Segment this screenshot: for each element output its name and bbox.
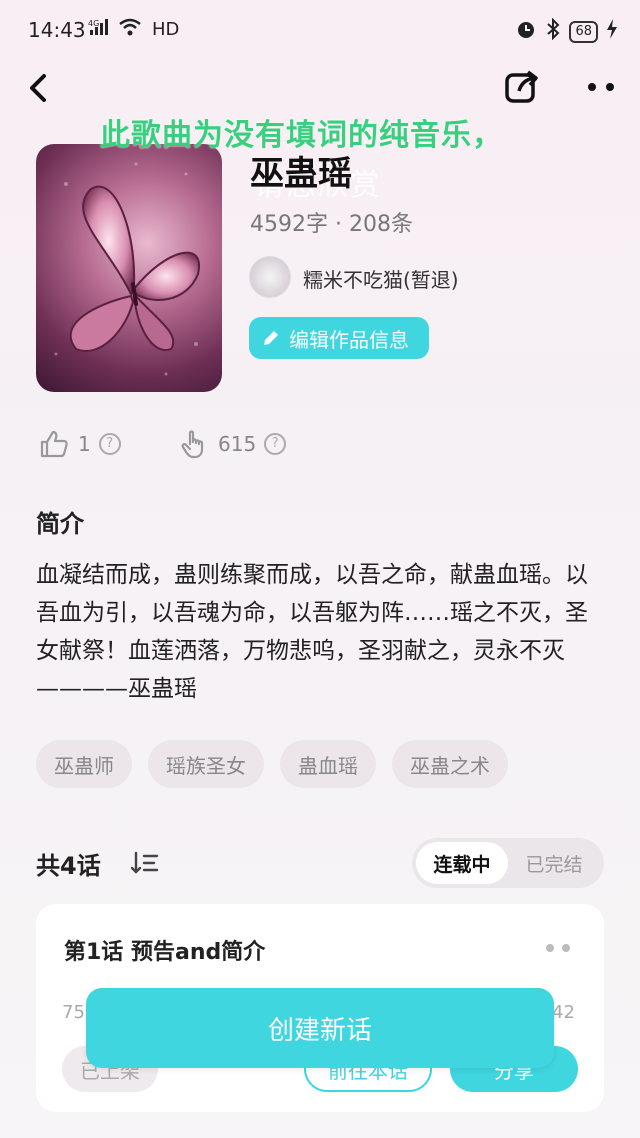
like-help-icon[interactable]: ?: [98, 433, 121, 455]
create-episode-button[interactable]: 创建新话: [86, 988, 554, 1068]
share-icon: [505, 70, 538, 103]
share-button[interactable]: [502, 66, 542, 106]
battery-indicator: 68: [569, 20, 598, 43]
intro-text: 血凝结而成，蛊则练聚而成，以吾之命，献蛊血瑶。以吾血为引，以吾魂为命，以吾躯为阵…: [36, 562, 588, 702]
back-button[interactable]: [22, 68, 58, 108]
bluetooth-icon: [545, 17, 561, 45]
charging-icon: [606, 19, 618, 44]
like-stat[interactable]: 1 ?: [38, 428, 121, 460]
intro-heading: 简介: [36, 510, 84, 538]
tag-item[interactable]: 巫蛊之术: [392, 740, 508, 788]
tag-list: 巫蛊师 瑶族圣女 蛊血瑶 巫蛊之术: [36, 740, 508, 788]
sort-button[interactable]: [130, 850, 160, 876]
more-dots-icon: [588, 83, 614, 91]
view-help-icon[interactable]: ?: [264, 433, 287, 455]
status-time: 14:43: [28, 18, 86, 42]
status-hd: HD: [152, 18, 180, 40]
edit-info-button[interactable]: 编辑作品信息: [249, 317, 429, 359]
view-count: 615: [218, 432, 257, 456]
tag-item[interactable]: 蛊血瑶: [280, 740, 376, 788]
author-name[interactable]: 糯米不吃猫(暂退): [303, 264, 459, 293]
butterfly-artwork: [54, 162, 201, 376]
pencil-icon: [264, 331, 278, 345]
signal-icon: 4G: [88, 18, 112, 40]
wifi-icon: [118, 18, 142, 40]
book-title: 巫蛊瑶: [250, 154, 352, 194]
toggle-serializing[interactable]: 连载中: [416, 842, 508, 884]
status-right: 68: [515, 17, 618, 45]
tag-item[interactable]: 瑶族圣女: [148, 740, 264, 788]
episode-count: 共4话: [36, 852, 101, 880]
episode-stat-left: 75: [62, 1002, 85, 1023]
episode-more-icon[interactable]: [544, 942, 574, 954]
status-toggle: 连载中 已完结: [412, 838, 604, 888]
more-button[interactable]: [582, 72, 622, 102]
thumbs-up-icon: [40, 430, 68, 458]
alarm-icon: [515, 18, 537, 45]
book-meta: 4592字 · 208条: [250, 212, 413, 237]
like-count: 1: [78, 432, 91, 456]
tag-item[interactable]: 巫蛊师: [36, 740, 132, 788]
episode-stat-right: 42: [552, 1002, 575, 1023]
sort-icon: [130, 851, 159, 874]
toggle-completed[interactable]: 已完结: [508, 842, 600, 884]
chevron-left-icon: [30, 74, 46, 102]
author-avatar[interactable]: [249, 256, 291, 298]
tap-hand-icon: [181, 430, 204, 459]
cover-image[interactable]: [36, 144, 222, 392]
episode-title: 第1话 预告and简介: [64, 940, 266, 965]
status-bar: 14:43 4G HD 68: [0, 0, 640, 62]
status-network: 4G HD: [88, 18, 179, 40]
edit-info-label: 编辑作品信息: [289, 327, 409, 352]
svg-text:4G: 4G: [88, 19, 99, 28]
view-stat[interactable]: 615 ?: [178, 428, 287, 460]
